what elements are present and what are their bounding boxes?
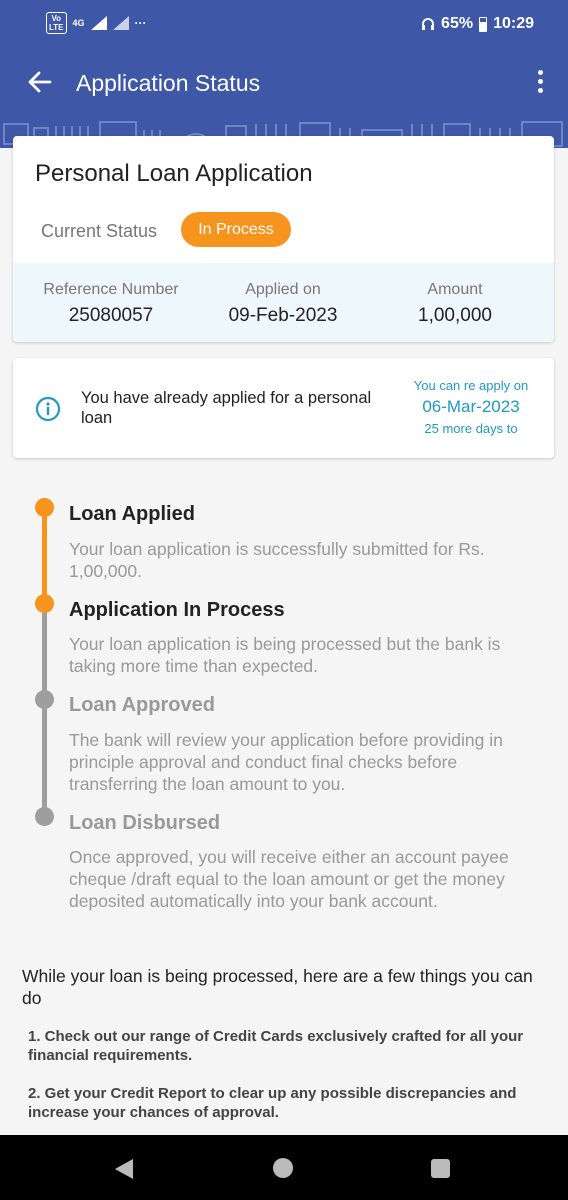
step-title-loan-applied: Loan Applied xyxy=(69,503,195,525)
tip-credit-cards[interactable]: 1. Check out our range of Credit Cards e… xyxy=(28,1027,548,1065)
reference-number-label: Reference Number xyxy=(43,281,179,298)
top-bar: Vo LTE 4G ··· 65% 10:29 Application Statu… xyxy=(0,0,568,120)
system-nav-bar xyxy=(0,1135,568,1200)
step-desc-in-process: Your loan application is being processed… xyxy=(69,634,501,676)
applied-on: Applied on 09-Feb-2023 xyxy=(193,281,373,327)
signal-icon xyxy=(90,16,107,30)
volte-icon: Vo LTE xyxy=(46,12,67,34)
headphones-icon xyxy=(422,18,435,30)
application-title: Personal Loan Application xyxy=(35,160,313,187)
tip-credit-report[interactable]: 2. Get your Credit Report to clear up an… xyxy=(28,1084,548,1122)
more-options-icon[interactable] xyxy=(536,70,544,96)
signal-2-icon xyxy=(112,16,129,30)
amount-label: Amount xyxy=(427,281,483,298)
nav-recents-icon[interactable] xyxy=(431,1159,450,1178)
application-details: Reference Number 25080057 Applied on 09-… xyxy=(13,263,554,342)
clock: 10:29 xyxy=(493,15,534,32)
step-desc-loan-approved: The bank will review your application be… xyxy=(69,730,503,794)
reapply-label: You can re apply on xyxy=(413,378,529,393)
tips-heading: While your loan is being processed, here… xyxy=(22,966,533,1008)
more-notifications-icon: ··· xyxy=(134,16,147,30)
status-icons-right: 65% 10:29 xyxy=(421,15,534,33)
step-dot-in-process xyxy=(35,594,54,613)
timeline-line-done xyxy=(42,508,47,604)
step-desc-loan-disbursed: Once approved, you will receive either a… xyxy=(69,847,509,911)
status-icons-left: Vo LTE 4G ··· xyxy=(46,12,147,34)
page-title: Application Status xyxy=(76,70,261,96)
reference-number: Reference Number 25080057 xyxy=(21,281,201,327)
days-remaining: 25 more days to xyxy=(424,421,518,436)
step-title-in-process: Application In Process xyxy=(69,599,285,621)
step-dot-loan-approved xyxy=(35,690,54,709)
status-bar: Vo LTE 4G ··· 65% 10:29 xyxy=(0,0,568,50)
nav-back-icon[interactable] xyxy=(115,1159,133,1179)
step-title-loan-disbursed: Loan Disbursed xyxy=(69,812,221,834)
reference-number-value: 25080057 xyxy=(68,305,154,326)
battery-percent: 65% xyxy=(441,15,474,32)
applied-on-label: Applied on xyxy=(245,281,321,298)
app-bar: Application Status xyxy=(0,58,568,110)
status-badge: In Process xyxy=(181,212,291,247)
notice-message: You have already applied for a personal … xyxy=(81,389,372,427)
reapply-info: You can re apply on 06-Mar-2023 25 more … xyxy=(406,378,536,436)
step-dot-loan-disbursed xyxy=(35,807,54,826)
network-type: 4G xyxy=(72,18,85,28)
reapply-date: 06-Mar-2023 xyxy=(422,397,520,416)
application-card: Personal Loan Application Current Status… xyxy=(13,136,554,342)
current-status-label: Current Status xyxy=(41,221,158,241)
reapply-notice-card: You have already applied for a personal … xyxy=(13,358,554,458)
amount: Amount 1,00,000 xyxy=(365,281,545,327)
info-icon xyxy=(35,396,61,422)
back-arrow-icon[interactable] xyxy=(26,68,54,96)
nav-home-icon[interactable] xyxy=(273,1158,293,1178)
battery-icon xyxy=(479,16,488,32)
amount-value: 1,00,000 xyxy=(418,305,492,326)
step-title-loan-approved: Loan Approved xyxy=(69,694,215,716)
step-dot-loan-applied xyxy=(35,498,54,517)
applied-on-value: 09-Feb-2023 xyxy=(228,305,338,326)
timeline-line-pending xyxy=(42,604,47,818)
step-desc-loan-applied: Your loan application is successfully su… xyxy=(69,539,485,581)
